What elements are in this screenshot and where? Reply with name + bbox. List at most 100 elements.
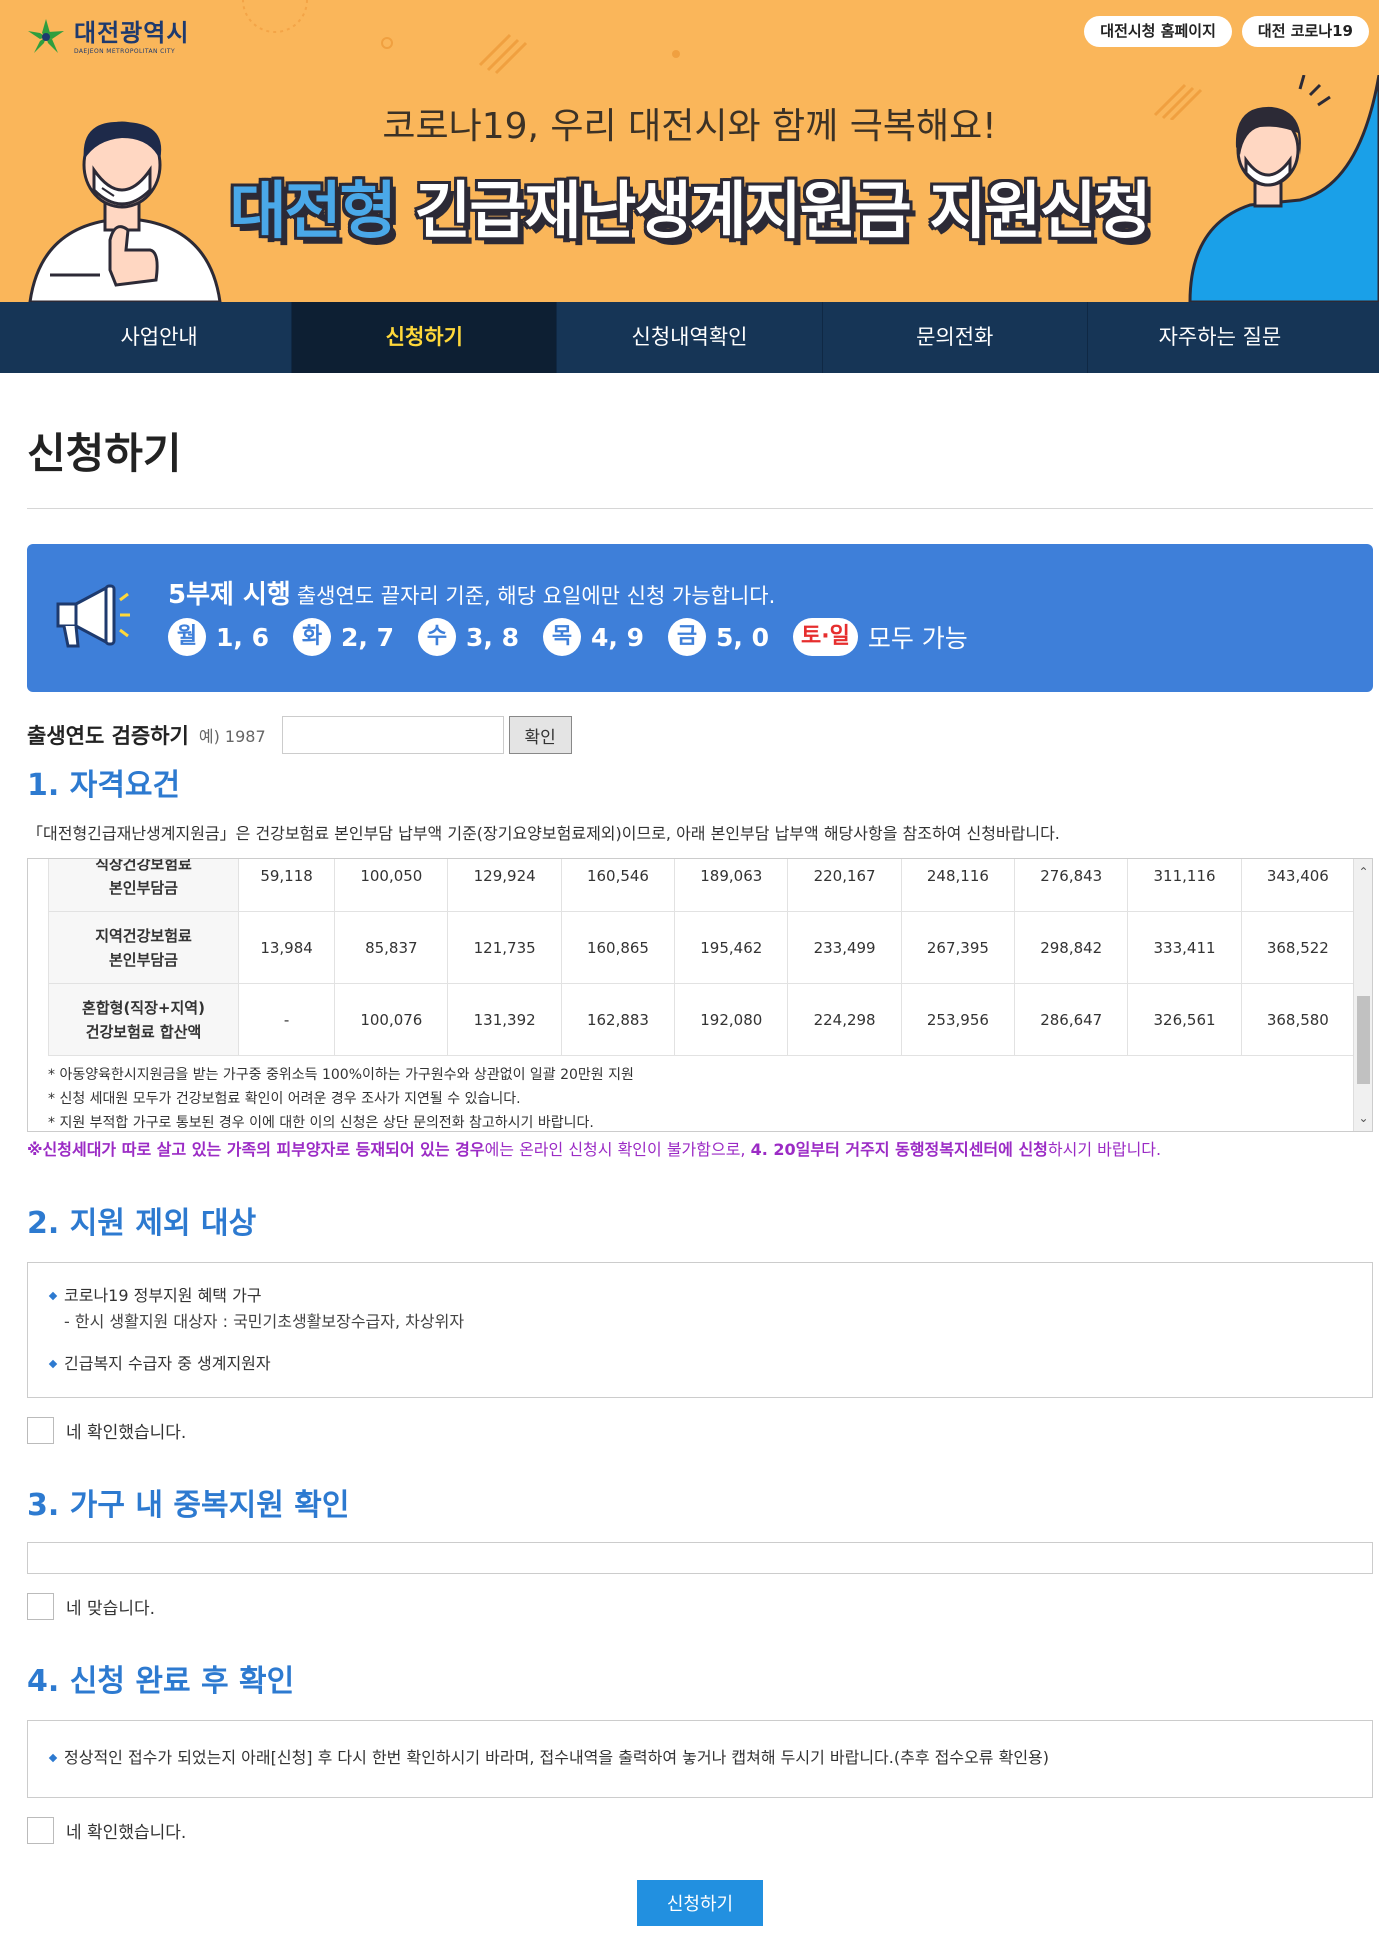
- day-badge: 수: [418, 618, 456, 656]
- megaphone-icon: [56, 584, 130, 648]
- confirm-checkbox[interactable]: [27, 1816, 54, 1844]
- confirm-checkbox[interactable]: [27, 1592, 54, 1620]
- post-application-box: 정상적인 접수가 되었는지 아래[신청] 후 다시 한번 확인하시기 바라며, …: [27, 1720, 1373, 1798]
- table-cell: 160,546: [560, 859, 676, 912]
- row-header: 직장건강보험료 본인부담금: [48, 859, 239, 912]
- table-cell: 131,392: [447, 983, 562, 1056]
- banner-decoration: [478, 33, 528, 75]
- nav-item-contact[interactable]: 문의전화: [821, 302, 1087, 373]
- table-cell: 298,842: [1014, 911, 1129, 984]
- day-numbers: 3, 8: [466, 622, 519, 652]
- table-cell: 220,167: [787, 859, 902, 912]
- divider: [27, 508, 1373, 509]
- list-item: 코로나19 정부지원 혜택 가구: [50, 1283, 1350, 1309]
- table-note: * 아동양육한시지원금을 받는 가구중 중위소득 100%이하는 가구원수와 상…: [48, 1067, 634, 1083]
- notice-bold: 5부제 시행: [168, 580, 291, 610]
- warning-bold: 4. 20일부터 거주지 동행정복지센터에 신청: [750, 1140, 1048, 1159]
- nav-item-check-application[interactable]: 신청내역확인: [556, 302, 821, 373]
- warning-end: 하시기 바랍니다.: [1047, 1140, 1162, 1159]
- notice-desc: 출생연도 끝자리 기준, 해당 요일에만 신청 가능합니다.: [296, 584, 776, 608]
- day-numbers: 4, 9: [591, 622, 644, 652]
- warning-bold: ※신청세대가 따로 살고 있는 가족의 피부양자로 등재되어 있는 경우: [27, 1140, 485, 1159]
- table-row: 혼합형(직장+지역) 건강보험료 합산액 - 100,076 131,392 16…: [48, 983, 1353, 1056]
- day-badge: 월: [168, 618, 206, 656]
- list-subitem: - 한시 생활지원 대상자 : 국민기초생활보장수급자, 차상위자: [64, 1312, 465, 1331]
- section-title: 1. 자격요건: [27, 768, 181, 803]
- nav-item-apply[interactable]: 신청하기: [291, 302, 557, 373]
- verify-button[interactable]: 확인: [508, 716, 572, 754]
- logo-text: 대전광역시: [74, 18, 190, 47]
- warning-mid: 에는 온라인 신청시 확인이 불가함으로,: [484, 1140, 746, 1159]
- table-cell: 286,647: [1014, 983, 1129, 1056]
- eligibility-table-box[interactable]: 직장건강보험료 본인부담금 59,118 100,050 129,924 160,…: [27, 858, 1373, 1132]
- table-note: * 신청 세대원 모두가 건강보험료 확인이 어려운 경우 조사가 지연될 수 …: [48, 1091, 521, 1107]
- scroll-down-icon[interactable]: ⌄: [1354, 1111, 1372, 1125]
- banner-title-rest: 긴급재난생계지원금 지원신청: [414, 174, 1151, 247]
- banner-decoration: [672, 50, 680, 58]
- city-logo[interactable]: 대전광역시 DAEJEON METROPOLITAN CITY: [26, 17, 189, 57]
- scrollbar-thumb[interactable]: [1357, 996, 1370, 1084]
- row-header: 혼합형(직장+지역) 건강보험료 합산액: [48, 983, 239, 1056]
- section-title: 3. 가구 내 중복지원 확인: [27, 1488, 350, 1523]
- row-header: 지역건강보험료 본인부담금: [48, 911, 239, 984]
- confirm-row: 네 확인했습니다.: [27, 1416, 1373, 1444]
- list-item: 정상적인 접수가 되었는지 아래[신청] 후 다시 한번 확인하시기 바라며, …: [50, 1745, 1350, 1771]
- table-cell: 233,499: [787, 911, 902, 984]
- table-row: 직장건강보험료 본인부담금 59,118 100,050 129,924 160,…: [48, 859, 1353, 912]
- table-cell: 59,118: [237, 859, 336, 912]
- scroll-up-icon[interactable]: ⌃: [1354, 865, 1372, 879]
- main-content: 신청하기 5부제 시행 출생연도 끝자리 기준, 해당 요일에만 신청 가능합니다…: [27, 373, 1373, 1926]
- list-item: 긴급복지 수급자 중 생계지원자: [50, 1351, 1350, 1377]
- day-schedule: 월 1, 6 화 2, 7 수 3, 8 목 4, 9 금 5, 0 토·일 모두 가능: [168, 618, 968, 656]
- notice-text: 5부제 시행 출생연도 끝자리 기준, 해당 요일에만 신청 가능합니다.: [168, 574, 775, 611]
- city-homepage-link[interactable]: 대전시청 홈페이지: [1084, 16, 1232, 47]
- day-badge: 화: [293, 618, 331, 656]
- table-cell: 85,837: [334, 911, 449, 984]
- table-note: * 지원 부적합 가구로 통보된 경우 이에 대한 이의 신청은 상단 문의전화…: [48, 1115, 594, 1131]
- table-cell: 121,735: [447, 911, 562, 984]
- confirm-row: 네 맞습니다.: [27, 1592, 1373, 1620]
- table-cell: 189,063: [674, 859, 789, 912]
- vertical-scrollbar[interactable]: ⌃ ⌄: [1353, 859, 1372, 1131]
- banner-decoration: [242, 0, 308, 33]
- table-scroll-area: 직장건강보험료 본인부담금 59,118 100,050 129,924 160,…: [28, 859, 1353, 1131]
- birth-year-input[interactable]: [281, 716, 504, 754]
- warning-text: ※신청세대가 따로 살고 있는 가족의 피부양자로 등재되어 있는 경우에는 온…: [27, 1136, 1373, 1164]
- top-links: 대전시청 홈페이지 대전 코로나19: [1084, 16, 1369, 47]
- section-desc: 「대전형긴급재난생계지원금」은 건강보험료 본인부담 납부액 기준(장기요양보험…: [27, 824, 1060, 843]
- table-row: 지역건강보험료 본인부담금 13,984 85,837 121,735 160,8…: [48, 911, 1353, 984]
- table-cell: 13,984: [237, 911, 336, 984]
- page-title: 신청하기: [27, 429, 182, 478]
- checkbox-label[interactable]: 네 확인했습니다.: [66, 1818, 186, 1843]
- covid19-link[interactable]: 대전 코로나19: [1241, 16, 1369, 47]
- nav-item-faq[interactable]: 자주하는 질문: [1086, 302, 1352, 373]
- checkbox-label[interactable]: 네 확인했습니다.: [66, 1418, 186, 1443]
- table-cell: 311,116: [1127, 859, 1242, 912]
- table-cell: 162,883: [560, 983, 676, 1056]
- notice-banner: 5부제 시행 출생연도 끝자리 기준, 해당 요일에만 신청 가능합니다. 월 1,…: [27, 544, 1373, 692]
- banner-subtitle: 코로나19, 우리 대전시와 함께 극복해요!: [382, 106, 997, 147]
- eligibility-table: 직장건강보험료 본인부담금 59,118 100,050 129,924 160,…: [48, 859, 1353, 1056]
- banner-title-highlight: 대전형: [229, 174, 397, 247]
- confirm-row: 네 확인했습니다.: [27, 1816, 1373, 1844]
- banner-decoration: [381, 37, 393, 49]
- table-cell: 276,843: [1014, 859, 1129, 912]
- daejeon-logo-icon: [28, 19, 64, 53]
- table-cell: 129,924: [447, 859, 562, 912]
- table-cell: 326,561: [1127, 983, 1242, 1056]
- day-numbers: 5, 0: [716, 622, 769, 652]
- verify-label: 출생연도 검증하기: [27, 724, 189, 748]
- nav-item-business-info[interactable]: 사업안내: [27, 302, 291, 373]
- table-cell: 267,395: [900, 911, 1016, 984]
- header-banner: 대전광역시 DAEJEON METROPOLITAN CITY 대전시청 홈페이…: [0, 0, 1379, 302]
- table-cell: -: [237, 983, 336, 1056]
- checkbox-label[interactable]: 네 맞습니다.: [66, 1594, 155, 1619]
- table-cell: 253,956: [900, 983, 1016, 1056]
- day-badge: 목: [543, 618, 581, 656]
- weekend-text: 모두 가능: [867, 624, 968, 653]
- day-badge: 금: [668, 618, 706, 656]
- submit-button[interactable]: 신청하기: [637, 1880, 763, 1926]
- confirm-checkbox[interactable]: [27, 1416, 54, 1444]
- verify-example: 예) 1987: [198, 727, 266, 746]
- banner-title: 대전형 긴급재난생계지원금 지원신청: [0, 160, 1379, 250]
